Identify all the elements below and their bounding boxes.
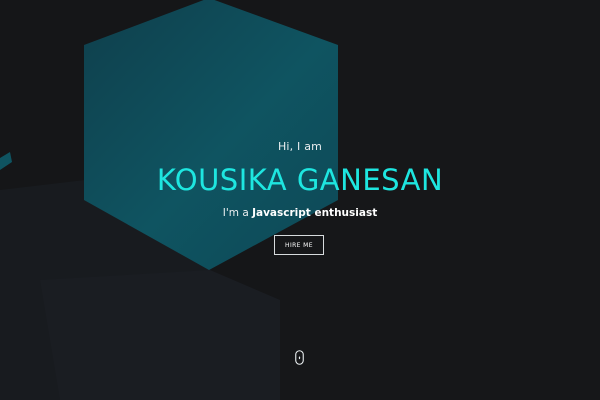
- hero-name-heading: KOUSIKA GANESAN: [156, 163, 444, 197]
- mouse-scroll-icon[interactable]: [295, 350, 304, 365]
- greeting-text: Hi, I am: [277, 140, 323, 153]
- hire-me-button[interactable]: HIRE ME: [274, 235, 324, 255]
- tagline-highlight: Javascript enthusiast: [252, 207, 378, 219]
- tagline-prefix: I'm a: [222, 207, 253, 219]
- background-hexagon-art: [0, 0, 600, 400]
- bg-dark-facet-lower: [40, 270, 280, 400]
- tagline: I'm a Javascript enthusiast: [0, 207, 600, 219]
- hero-section: Hi, I am KOUSIKA GANESAN I'm a Javascrip…: [0, 0, 600, 400]
